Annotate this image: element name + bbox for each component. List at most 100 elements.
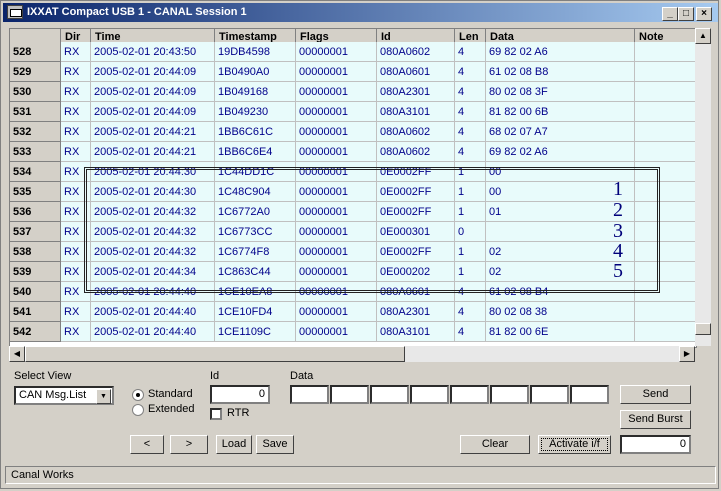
- send-button[interactable]: Send: [620, 385, 691, 404]
- table-row[interactable]: 539 RX 2005-02-01 20:44:34 1C863C44 00000001…: [10, 262, 696, 282]
- cell-timestamp: 1B0490A0: [215, 62, 296, 82]
- cell-data: 68 02 07 A7: [486, 122, 635, 142]
- data-byte-input[interactable]: [490, 385, 529, 404]
- load-button[interactable]: Load: [216, 435, 252, 454]
- cell-len: 4: [455, 282, 486, 302]
- close-button[interactable]: ×: [696, 7, 712, 21]
- table-row[interactable]: 535 RX 2005-02-01 20:44:30 1C48C904 00000001…: [10, 182, 696, 202]
- data-byte-input[interactable]: [410, 385, 449, 404]
- cell-len: 1: [455, 242, 486, 262]
- cell-len: 4: [455, 122, 486, 142]
- table-row[interactable]: 531 RX 2005-02-01 20:44:09 1B049230 00000001…: [10, 102, 696, 122]
- cell-note: [635, 82, 696, 102]
- data-byte-input[interactable]: [570, 385, 609, 404]
- maximize-button[interactable]: □: [678, 7, 694, 21]
- table-row[interactable]: 541 RX 2005-02-01 20:44:40 1CE10FD4 00000001…: [10, 302, 696, 322]
- minimize-button[interactable]: _: [662, 7, 678, 21]
- main-window: IXXAT Compact USB 1 - CANAL Session 1 _ …: [0, 0, 719, 489]
- table-row[interactable]: 534 RX 2005-02-01 20:44:30 1C44DD1C 00000001…: [10, 162, 696, 182]
- extended-label: Extended: [148, 403, 195, 415]
- clear-button[interactable]: Clear: [460, 435, 530, 454]
- cell-data: 61 02 08 B8: [486, 62, 635, 82]
- standard-radio[interactable]: [132, 389, 144, 401]
- cell-time: 2005-02-01 20:44:32: [91, 202, 215, 222]
- cell-data: 61 02 08 B4: [486, 282, 635, 302]
- cell-flags: 00000001: [296, 282, 377, 302]
- next-button[interactable]: >: [170, 435, 208, 454]
- cell-time: 2005-02-01 20:44:21: [91, 122, 215, 142]
- cell-note: [635, 142, 696, 162]
- table-row[interactable]: 538 RX 2005-02-01 20:44:32 1C6774F8 00000001…: [10, 242, 696, 262]
- rtr-checkbox[interactable]: [210, 408, 222, 420]
- title-bar[interactable]: IXXAT Compact USB 1 - CANAL Session 1 _ …: [3, 3, 718, 22]
- cell-id: 080A0602: [377, 142, 455, 162]
- select-view-label: Select View: [14, 370, 72, 382]
- table-row[interactable]: 537 RX 2005-02-01 20:44:32 1C6773CC 00000001…: [10, 222, 696, 242]
- cell-data: 81 82 00 6E: [486, 322, 635, 342]
- select-view-dropdown[interactable]: CAN Msg.List ▼: [14, 386, 114, 405]
- burst-count-input[interactable]: 0: [620, 435, 691, 454]
- cell-id: 080A0602: [377, 42, 455, 62]
- cell-note: [635, 322, 696, 342]
- horizontal-scroll-thumb[interactable]: [25, 346, 405, 362]
- id-label: Id: [210, 370, 220, 382]
- cell-len: 4: [455, 82, 486, 102]
- cell-timestamp: 1B049230: [215, 102, 296, 122]
- window-title: IXXAT Compact USB 1 - CANAL Session 1: [27, 6, 247, 18]
- status-bar: Canal Works: [5, 466, 716, 484]
- cell-id: 0E000301: [377, 222, 455, 242]
- table-row[interactable]: 528 RX 2005-02-01 20:43:50 19DB4598 00000001…: [10, 42, 696, 62]
- data-byte-input[interactable]: [450, 385, 489, 404]
- message-table[interactable]: Dir Time Timestamp Flags Id Len Data Not…: [9, 28, 697, 348]
- app-icon: [7, 5, 23, 19]
- row-number: 534: [10, 162, 61, 182]
- vertical-scrollbar[interactable]: ▲: [695, 28, 711, 346]
- cell-timestamp: 1C863C44: [215, 262, 296, 282]
- cell-time: 2005-02-01 20:44:40: [91, 302, 215, 322]
- chevron-down-icon[interactable]: ▼: [96, 389, 111, 404]
- scroll-right-button[interactable]: ▶: [679, 346, 695, 362]
- table-row[interactable]: 542 RX 2005-02-01 20:44:40 1CE1109C 00000001…: [10, 322, 696, 342]
- cell-dir: RX: [61, 142, 91, 162]
- save-button[interactable]: Save: [256, 435, 294, 454]
- send-burst-button[interactable]: Send Burst: [620, 410, 691, 429]
- prev-button[interactable]: <: [130, 435, 164, 454]
- cell-note: [635, 42, 696, 62]
- row-number: 531: [10, 102, 61, 122]
- cell-flags: 00000001: [296, 162, 377, 182]
- row-number: 532: [10, 122, 61, 142]
- table-row[interactable]: 532 RX 2005-02-01 20:44:21 1BB6C61C 00000001…: [10, 122, 696, 142]
- cell-dir: RX: [61, 122, 91, 142]
- vertical-scroll-thumb[interactable]: [695, 323, 711, 335]
- cell-dir: RX: [61, 302, 91, 322]
- cell-dir: RX: [61, 322, 91, 342]
- data-byte-input[interactable]: [530, 385, 569, 404]
- cell-data: 69 82 02 A6: [486, 42, 635, 62]
- horizontal-scrollbar[interactable]: ◀ ▶: [9, 346, 695, 362]
- annotation-1: 1: [613, 178, 623, 200]
- cell-dir: RX: [61, 282, 91, 302]
- cell-timestamp: 1C6773CC: [215, 222, 296, 242]
- scroll-up-button[interactable]: ▲: [695, 28, 711, 44]
- cell-flags: 00000001: [296, 102, 377, 122]
- cell-dir: RX: [61, 182, 91, 202]
- table-row[interactable]: 530 RX 2005-02-01 20:44:09 1B049168 00000001…: [10, 82, 696, 102]
- row-number: 540: [10, 282, 61, 302]
- extended-radio[interactable]: [132, 404, 144, 416]
- cell-dir: RX: [61, 62, 91, 82]
- status-text: Canal Works: [11, 469, 74, 481]
- data-byte-input[interactable]: [330, 385, 369, 404]
- scroll-left-button[interactable]: ◀: [9, 346, 25, 362]
- table-row[interactable]: 536 RX 2005-02-01 20:44:32 1C6772A0 00000001…: [10, 202, 696, 222]
- row-number: 530: [10, 82, 61, 102]
- cell-len: 4: [455, 42, 486, 62]
- activate-interface-button[interactable]: Activate i/f: [538, 435, 611, 454]
- table-row[interactable]: 540 RX 2005-02-01 20:44:40 1CE10EA8 00000001…: [10, 282, 696, 302]
- id-input[interactable]: 0: [210, 385, 270, 404]
- cell-note: [635, 62, 696, 82]
- data-byte-input[interactable]: [290, 385, 329, 404]
- table-row[interactable]: 533 RX 2005-02-01 20:44:21 1BB6C6E4 00000001…: [10, 142, 696, 162]
- table-row[interactable]: 529 RX 2005-02-01 20:44:09 1B0490A0 00000001…: [10, 62, 696, 82]
- cell-dir: RX: [61, 162, 91, 182]
- data-byte-input[interactable]: [370, 385, 409, 404]
